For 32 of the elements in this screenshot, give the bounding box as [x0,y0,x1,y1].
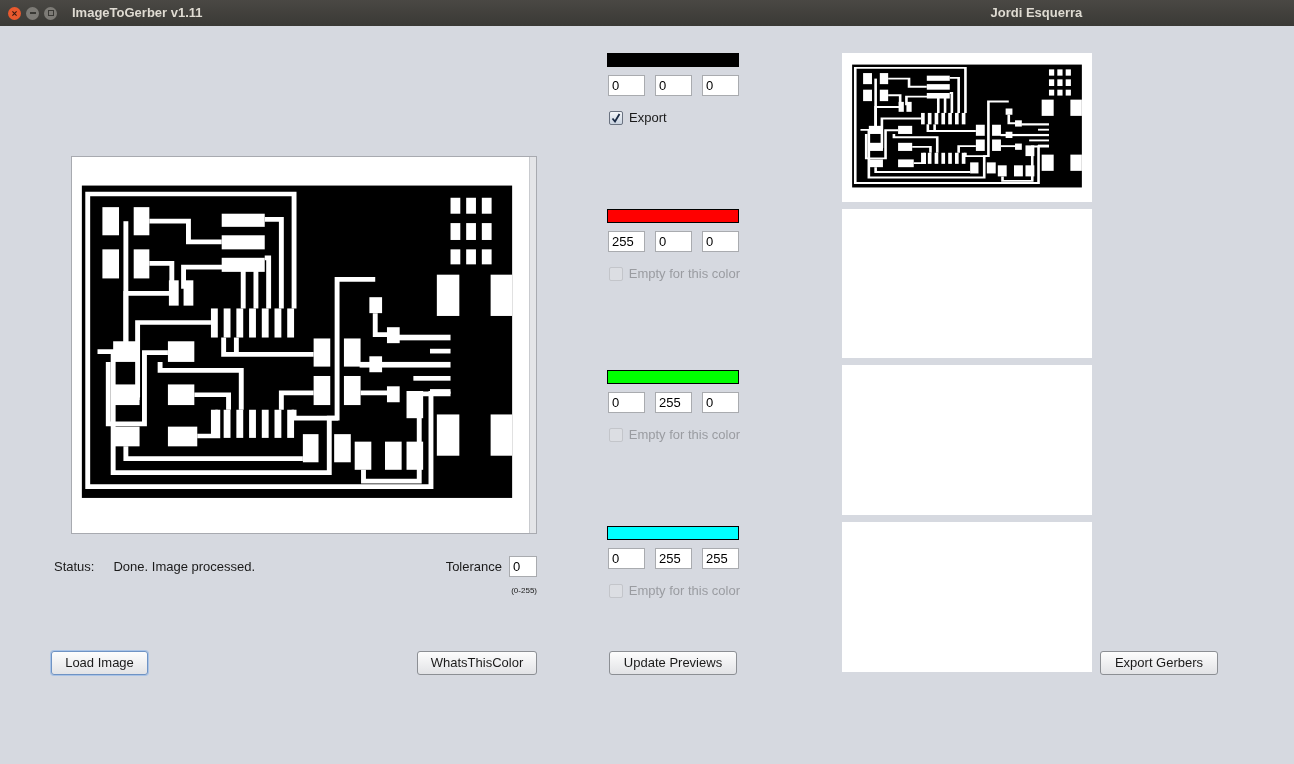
status-text: Done. Image processed. [113,557,256,576]
channel-field[interactable]: 0 [655,75,692,96]
channel-field[interactable]: 0 [608,548,645,569]
tolerance-field[interactable]: 0 [509,556,537,577]
load-image-button[interactable]: Load Image [51,651,148,675]
export-gerbers-button[interactable]: Export Gerbers [1100,651,1218,675]
status-label: Status: [54,557,95,576]
channel-field[interactable]: 0 [608,75,645,96]
channel-field[interactable]: 0 [702,231,739,252]
channel-field[interactable]: 0 [608,392,645,413]
tolerance-label: Tolerance [445,557,502,576]
checkbox-label: Empty for this color [628,582,740,600]
checkbox-label: Empty for this color [628,426,740,444]
checkbox[interactable] [609,110,623,125]
close-icon[interactable] [8,6,21,20]
window-title: ImageToGerber v1.11 [72,4,203,23]
minimize-icon[interactable] [26,6,39,20]
channel-field[interactable]: 255 [702,548,739,569]
update-previews-button[interactable]: Update Previews [609,651,737,675]
checkbox-label: Empty for this color [628,265,740,283]
channel-field[interactable]: 0 [702,75,739,96]
checkbox-label: Export [629,109,667,127]
channel-field[interactable]: 0 [655,231,692,252]
whats-this-color-button[interactable]: WhatsThisColor [417,651,537,675]
user-name: Jordi Esquerra [990,4,1083,23]
channel-field[interactable]: 255 [655,548,692,569]
maximize-icon[interactable] [44,6,57,20]
channel-field[interactable]: 255 [608,231,645,252]
channel-field[interactable]: 0 [702,392,739,413]
channel-field[interactable]: 255 [655,392,692,413]
tolerance-range: (0-255) [511,585,537,597]
scrollbar[interactable] [529,157,536,533]
